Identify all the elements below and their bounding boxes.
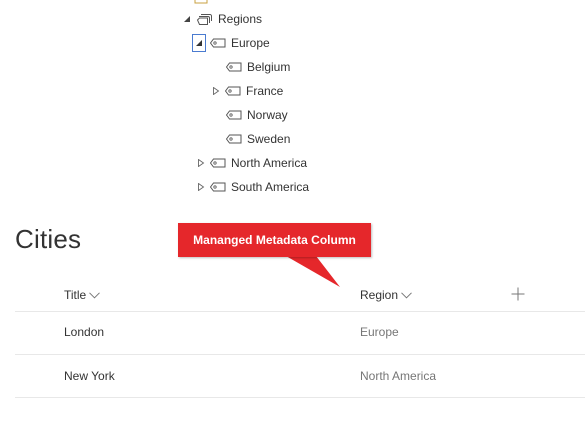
tree-label-belgium: Belgium <box>247 60 291 74</box>
tree-label-south-america: South America <box>231 180 310 194</box>
row-divider <box>15 397 585 398</box>
tree-item-north-america[interactable]: North America <box>196 153 307 173</box>
chevron-down-icon <box>401 291 412 299</box>
tree-item-sweden[interactable]: Sweden <box>226 129 290 149</box>
term-icon <box>210 182 226 192</box>
callout-annotation: Mananged Metadata Column <box>178 223 371 257</box>
tree-item-south-america[interactable]: South America <box>196 177 309 197</box>
plus-icon <box>511 287 525 301</box>
tree-item-europe[interactable]: Europe <box>192 33 270 53</box>
tree-item-norway[interactable]: Norway <box>226 105 288 125</box>
term-icon <box>210 158 226 168</box>
cell-region: Europe <box>360 325 399 339</box>
term-icon <box>226 110 242 120</box>
callout-text: Mananged Metadata Column <box>193 233 356 247</box>
column-header-region-label: Region <box>360 288 399 302</box>
expanded-arrow-icon[interactable] <box>192 34 206 52</box>
collapsed-arrow-icon[interactable] <box>196 182 206 192</box>
tree-label-sweden: Sweden <box>247 132 291 146</box>
term-icon <box>225 86 241 96</box>
row-divider <box>15 311 585 312</box>
tree-label-france: France <box>246 84 284 98</box>
term-set-icon <box>196 13 213 26</box>
folder-icon <box>194 0 208 4</box>
tree-label-regions: Regions <box>218 12 263 26</box>
tree-item-belgium[interactable]: Belgium <box>226 57 290 77</box>
row-divider <box>15 354 585 355</box>
add-column-button[interactable] <box>510 286 526 302</box>
column-header-title[interactable]: Title <box>64 287 101 303</box>
cell-title[interactable]: New York <box>64 368 115 384</box>
tree-item-france[interactable]: France <box>211 81 283 101</box>
tree-label-north-america: North America <box>231 156 308 170</box>
list-title: Cities <box>15 224 82 254</box>
term-icon <box>226 134 242 144</box>
tree-item-regions[interactable]: Regions <box>182 9 262 29</box>
tree-label-europe: Europe <box>231 36 270 50</box>
tree-label-norway: Norway <box>247 108 288 122</box>
page: Regions Europe Belgium France Norway Swe… <box>0 0 585 433</box>
column-header-region[interactable]: Region <box>360 287 412 303</box>
cell-title[interactable]: London <box>64 324 104 340</box>
collapsed-arrow-icon[interactable] <box>196 158 206 168</box>
term-icon <box>226 62 242 72</box>
tree-item-cut-off <box>194 0 213 8</box>
cell-region: North America <box>360 369 437 383</box>
term-icon <box>210 38 226 48</box>
chevron-down-icon <box>89 291 101 299</box>
column-header-title-label: Title <box>64 288 87 302</box>
expanded-arrow-icon[interactable] <box>182 14 192 24</box>
collapsed-arrow-icon[interactable] <box>211 86 221 96</box>
